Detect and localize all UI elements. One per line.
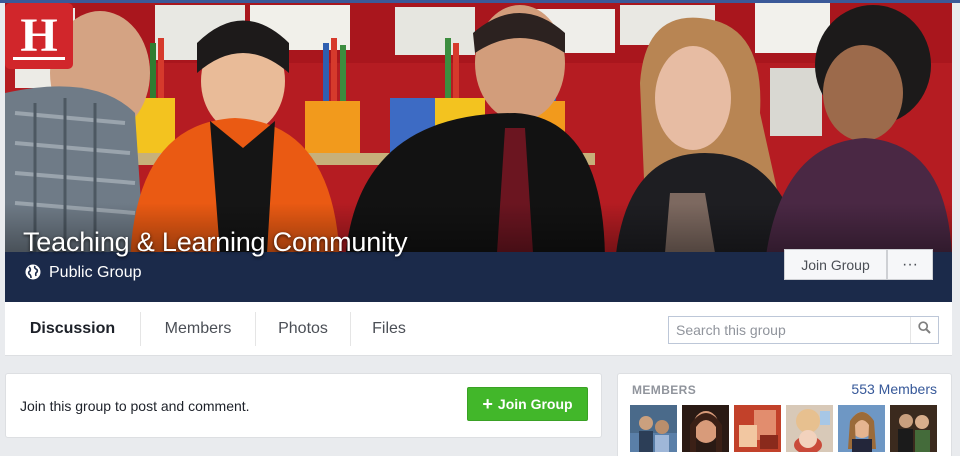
tab-discussion[interactable]: Discussion <box>5 302 140 356</box>
privacy-label: Public Group <box>49 264 142 281</box>
member-avatar[interactable] <box>682 405 729 452</box>
member-avatar[interactable] <box>838 405 885 452</box>
tab-members[interactable]: Members <box>141 302 255 356</box>
more-options-button[interactable]: ··· <box>887 249 933 280</box>
join-group-button[interactable]: Join Group <box>784 249 887 280</box>
member-avatar[interactable] <box>890 405 937 452</box>
members-count-link[interactable]: 553 Members <box>851 381 937 397</box>
group-search <box>668 316 939 344</box>
search-button[interactable] <box>910 317 938 343</box>
join-group-primary-button[interactable]: + Join Group <box>467 387 588 421</box>
group-nav-bar: Discussion Members Photos Files <box>5 302 952 356</box>
tab-files[interactable]: Files <box>351 302 427 356</box>
join-prompt-text: Join this group to post and comment. <box>20 398 250 414</box>
institution-logo-icon: H <box>5 3 73 69</box>
group-search-input[interactable] <box>669 317 909 343</box>
join-group-primary-label: Join Group <box>497 396 573 412</box>
plus-icon: + <box>482 394 493 414</box>
member-avatar[interactable] <box>630 405 677 452</box>
tab-photos[interactable]: Photos <box>256 302 350 356</box>
globe-icon <box>25 264 41 281</box>
join-prompt-card: Join this group to post and comment. + J… <box>5 373 602 438</box>
member-avatars <box>630 405 942 452</box>
svg-text:H: H <box>20 9 57 62</box>
members-panel: MEMBERS 553 Members <box>617 373 952 456</box>
member-avatar[interactable] <box>734 405 781 452</box>
member-avatar[interactable] <box>786 405 833 452</box>
group-privacy: Public Group <box>25 264 142 282</box>
search-icon <box>918 321 931 339</box>
group-name[interactable]: Teaching & Learning Community <box>23 227 408 258</box>
members-heading: MEMBERS <box>632 383 697 397</box>
